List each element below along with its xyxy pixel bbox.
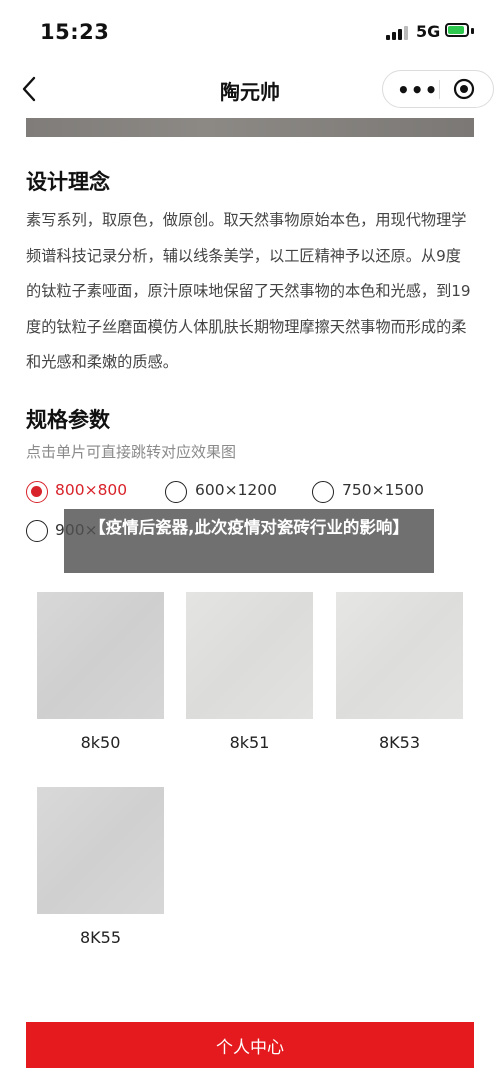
spec-option-label: 600×1200	[195, 481, 278, 499]
target-icon[interactable]	[453, 78, 475, 100]
capsule-divider	[439, 80, 440, 99]
nav-bar: 陶元帅 •••	[0, 62, 500, 118]
more-dots-icon[interactable]: •••	[397, 78, 438, 102]
status-bar: 15:23 5G	[0, 0, 500, 62]
tile-image-8k51[interactable]	[186, 592, 313, 719]
signal-icon	[386, 26, 410, 40]
design-description: 素写系列，取原色，做原创。取天然事物原始本色，用现代物理学频谱科技记录分析，辅以…	[26, 211, 471, 371]
back-icon[interactable]	[18, 74, 44, 104]
radio-icon[interactable]	[165, 481, 187, 503]
radio-icon[interactable]	[312, 481, 334, 503]
spec-option-label: 750×1500	[342, 481, 425, 499]
tile-image-8k53[interactable]	[336, 592, 463, 719]
spec-option-label: 800×800	[55, 481, 128, 499]
battery-cap-icon	[471, 28, 474, 34]
banner-image	[26, 118, 474, 137]
tile-label[interactable]: 8k50	[37, 733, 164, 752]
specs-section-title: 规格参数	[26, 408, 110, 432]
overlay-caption: 【疫情后瓷器,此次疫情对瓷砖行业的影响】	[64, 509, 434, 573]
tile-label[interactable]: 8k51	[186, 733, 313, 752]
mini-program-capsule: •••	[382, 70, 494, 108]
personal-center-button[interactable]: 个人中心	[26, 1022, 474, 1068]
specs-hint: 点击单片可直接跳转对应效果图	[26, 443, 237, 461]
radio-selected-icon[interactable]	[26, 481, 48, 503]
design-section-title: 设计理念	[26, 170, 110, 194]
network-type: 5G	[416, 22, 441, 41]
status-time: 15:23	[40, 20, 110, 44]
tile-label[interactable]: 8K55	[37, 928, 164, 947]
tile-image-8k55[interactable]	[37, 787, 164, 914]
battery-icon	[445, 23, 469, 37]
tile-label[interactable]: 8K53	[336, 733, 463, 752]
radio-icon[interactable]	[26, 520, 48, 542]
tile-image-8k50[interactable]	[37, 592, 164, 719]
page-title: 陶元帅	[220, 80, 280, 104]
